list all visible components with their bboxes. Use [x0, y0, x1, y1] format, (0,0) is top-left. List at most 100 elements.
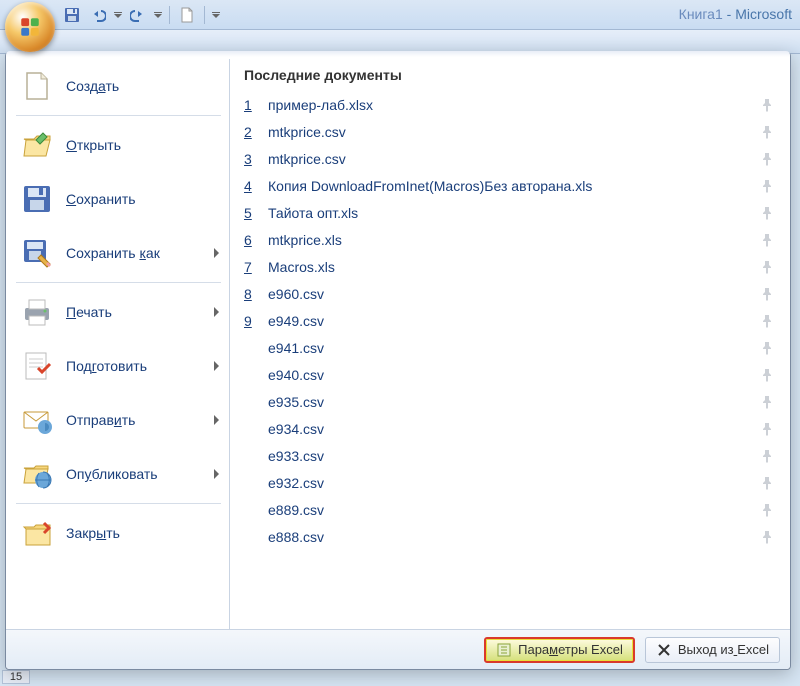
pin-icon[interactable] [760, 395, 774, 409]
menu-print-label: Печать [66, 304, 112, 320]
menu-save[interactable]: Сохранить [12, 172, 225, 226]
recent-document-item[interactable]: 7 Macros.xls [244, 253, 778, 280]
qat-new-button[interactable] [175, 4, 199, 26]
recent-document-item[interactable]: e941.csv [244, 334, 778, 361]
menu-close[interactable]: Закрыть [12, 506, 225, 560]
menu-print[interactable]: Печать [12, 285, 225, 339]
pin-icon[interactable] [760, 233, 774, 247]
recent-document-item[interactable]: 5 Тайота опт.xls [244, 199, 778, 226]
pin-icon[interactable] [760, 98, 774, 112]
qat-separator [204, 6, 205, 24]
publish-icon [20, 457, 54, 491]
pin-icon[interactable] [760, 125, 774, 139]
title-bar: Книга1 - Microsoft [0, 0, 800, 30]
recent-document-item[interactable]: 4Копия DownloadFromInet(Macros)Без автор… [244, 172, 778, 199]
pin-icon[interactable] [760, 179, 774, 193]
pin-icon[interactable] [760, 476, 774, 490]
office-button[interactable] [5, 2, 55, 52]
pin-icon[interactable] [760, 152, 774, 166]
recent-document-item[interactable]: e932.csv [244, 469, 778, 496]
qat-save-button[interactable] [60, 4, 84, 26]
qat-redo-dropdown[interactable] [152, 4, 164, 26]
recent-document-name: e940.csv [268, 367, 324, 383]
recent-document-name: e889.csv [268, 502, 324, 518]
recent-document-item[interactable]: e889.csv [244, 496, 778, 523]
excel-options-button[interactable]: Параметры Excel [484, 637, 635, 663]
excel-options-label: Параметры Excel [518, 642, 623, 657]
pin-icon[interactable] [760, 314, 774, 328]
submenu-arrow-icon [214, 415, 219, 425]
menu-saveas[interactable]: Сохранить как [12, 226, 225, 280]
print-icon [20, 295, 54, 329]
recent-document-name: e949.csv [268, 313, 324, 329]
menu-publish-label: Опубликовать [66, 466, 158, 482]
recent-document-number: 5 [244, 205, 258, 221]
quick-access-toolbar [60, 4, 222, 26]
open-icon [20, 128, 54, 162]
pin-icon[interactable] [760, 368, 774, 382]
recent-document-item[interactable]: e940.csv [244, 361, 778, 388]
recent-document-name: e888.csv [268, 529, 324, 545]
create-icon [20, 69, 54, 103]
recent-documents-list: 1пример-лаб.xlsx2mtkprice.csv3mtkprice.c… [244, 91, 778, 625]
prepare-icon [20, 349, 54, 383]
exit-excel-button[interactable]: Выход из Excel [645, 637, 780, 663]
menu-create[interactable]: Создать [12, 59, 225, 113]
exit-excel-label: Выход из Excel [678, 642, 769, 657]
recent-documents-panel: Последние документы 1пример-лаб.xlsx2mtk… [230, 59, 784, 629]
recent-document-name: пример-лаб.xlsx [268, 97, 373, 113]
submenu-arrow-icon [214, 361, 219, 371]
pin-icon[interactable] [760, 287, 774, 301]
recent-document-number: 9 [244, 313, 258, 329]
recent-document-item[interactable]: e933.csv [244, 442, 778, 469]
recent-document-name: e941.csv [268, 340, 324, 356]
recent-document-item[interactable]: 3mtkprice.csv [244, 145, 778, 172]
qat-redo-button[interactable] [126, 4, 150, 26]
recent-document-item[interactable]: e935.csv [244, 388, 778, 415]
recent-document-number: 7 [244, 259, 258, 275]
qat-undo-button[interactable] [86, 4, 110, 26]
menu-divider [16, 503, 221, 504]
recent-document-number: 8 [244, 286, 258, 302]
recent-document-item[interactable]: e888.csv [244, 523, 778, 550]
recent-document-item[interactable]: 2mtkprice.csv [244, 118, 778, 145]
recent-document-number: 6 [244, 232, 258, 248]
pin-icon[interactable] [760, 206, 774, 220]
recent-document-name: Macros.xls [268, 259, 335, 275]
menu-send-label: Отправить [66, 412, 135, 428]
pin-icon[interactable] [760, 422, 774, 436]
recent-document-name: mtkprice.xls [268, 232, 342, 248]
qat-customize-dropdown[interactable] [210, 4, 222, 26]
close-icon [20, 516, 54, 550]
menu-close-label: Закрыть [66, 525, 120, 541]
recent-document-item[interactable]: 8 e960.csv [244, 280, 778, 307]
close-icon [656, 642, 672, 658]
row-header[interactable]: 15 [2, 670, 30, 684]
recent-document-name: Тайота опт.xls [268, 205, 358, 221]
submenu-arrow-icon [214, 469, 219, 479]
pin-icon[interactable] [760, 530, 774, 544]
pin-icon[interactable] [760, 449, 774, 463]
document-name: Книга1 [679, 6, 723, 22]
menu-open-label: Открыть [66, 137, 121, 153]
recent-document-item[interactable]: 6 mtkprice.xls [244, 226, 778, 253]
qat-undo-dropdown[interactable] [112, 4, 124, 26]
menu-publish[interactable]: Опубликовать [12, 447, 225, 501]
recent-documents-header: Последние документы [244, 67, 778, 83]
menu-send[interactable]: Отправить [12, 393, 225, 447]
office-menu: Создать Открыть Сохранить Сохранить как Печа… [5, 52, 791, 670]
recent-document-name: e960.csv [268, 286, 324, 302]
pin-icon[interactable] [760, 341, 774, 355]
menu-save-label: Сохранить [66, 191, 136, 207]
qat-separator [169, 6, 170, 24]
menu-open[interactable]: Открыть [12, 118, 225, 172]
send-icon [20, 403, 54, 437]
recent-document-item[interactable]: e934.csv [244, 415, 778, 442]
recent-document-name: Копия DownloadFromInet(Macros)Без автора… [268, 178, 592, 194]
recent-document-item[interactable]: 9 e949.csv [244, 307, 778, 334]
pin-icon[interactable] [760, 260, 774, 274]
menu-footer: Параметры Excel Выход из Excel [6, 629, 790, 669]
menu-prepare[interactable]: Подготовить [12, 339, 225, 393]
recent-document-item[interactable]: 1пример-лаб.xlsx [244, 91, 778, 118]
pin-icon[interactable] [760, 503, 774, 517]
